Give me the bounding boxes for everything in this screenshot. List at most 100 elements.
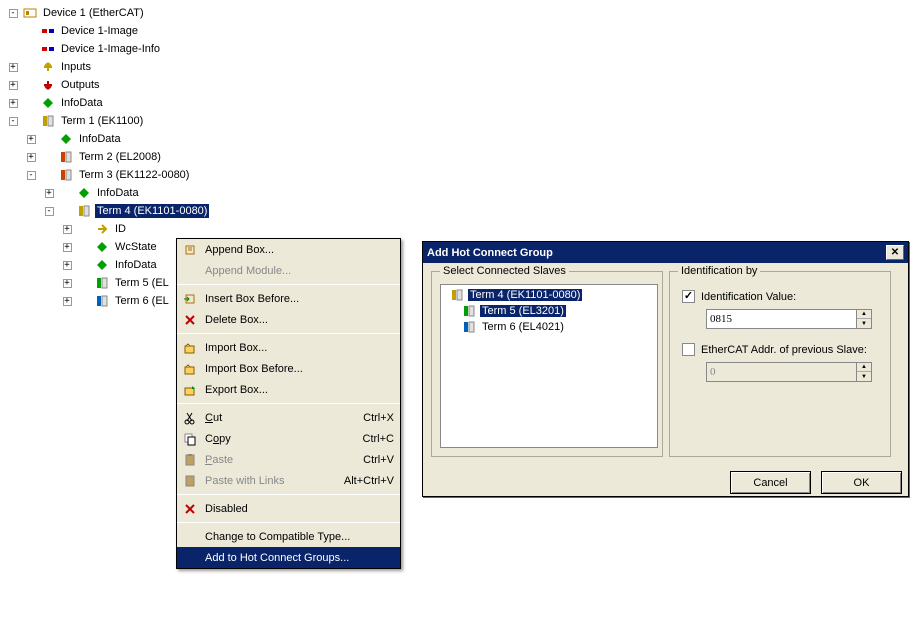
menu-label: Delete Box...	[205, 314, 394, 326]
expand-icon[interactable]	[63, 297, 72, 306]
cancel-button[interactable]: Cancel	[730, 471, 811, 494]
tree-row-inputs[interactable]: Inputs	[4, 58, 918, 76]
menu-label: Append Module...	[205, 265, 394, 277]
checkbox-ident-value[interactable]	[682, 290, 695, 303]
menu-delete-box[interactable]: Delete Box...	[177, 309, 400, 330]
image-icon	[40, 23, 56, 39]
paste-icon	[181, 453, 199, 467]
menu-label: Paste with Links	[205, 475, 344, 487]
expand-icon[interactable]	[9, 9, 18, 18]
expand-icon[interactable]	[63, 243, 72, 252]
insert-icon	[181, 292, 199, 306]
ident-value-spinner[interactable]: ▲ ▼	[706, 309, 882, 329]
paste-links-icon	[181, 474, 199, 488]
tree-row-term3[interactable]: Term 3 (EK1122-0080)	[4, 166, 918, 184]
expand-icon[interactable]	[27, 135, 36, 144]
tree-label: Outputs	[59, 78, 102, 92]
import-icon	[181, 341, 199, 355]
term-green-icon	[94, 275, 110, 291]
list-item[interactable]: Term 6 (EL4021)	[443, 319, 655, 335]
menu-label: Export Box...	[205, 384, 394, 396]
tree-row-term2[interactable]: Term 2 (EL2008)	[4, 148, 918, 166]
tree-label: InfoData	[77, 132, 123, 146]
ok-button[interactable]: OK	[821, 471, 902, 494]
diamond-icon	[76, 185, 92, 201]
term-icon	[449, 287, 465, 303]
expand-icon[interactable]	[45, 207, 54, 216]
tree-label: Device 1-Image-Info	[59, 42, 162, 56]
tree-label: Device 1 (EtherCAT)	[41, 6, 146, 20]
dialog-title: Add Hot Connect Group	[427, 247, 886, 259]
tree-row-term4[interactable]: Term 4 (EK1101-0080)	[4, 202, 918, 220]
disabled-icon	[181, 502, 199, 516]
menu-separator	[177, 522, 400, 523]
expand-icon[interactable]	[63, 279, 72, 288]
expand-icon[interactable]	[63, 261, 72, 270]
addr-prev-row[interactable]: EtherCAT Addr. of previous Slave:	[682, 343, 882, 356]
menu-cut[interactable]: CCutut Ctrl+X	[177, 407, 400, 428]
slaves-list[interactable]: Term 4 (EK1101-0080) Term 5 (EL3201) Ter…	[440, 284, 658, 448]
spin-down-icon[interactable]: ▼	[857, 319, 871, 328]
expand-icon[interactable]	[27, 153, 36, 162]
context-menu: Append Box... Append Module... Insert Bo…	[176, 238, 401, 569]
menu-export-box[interactable]: Export Box...	[177, 379, 400, 400]
expand-icon[interactable]	[45, 189, 54, 198]
tree-row-t3info[interactable]: InfoData	[4, 184, 918, 202]
menu-separator	[177, 403, 400, 404]
add-hot-connect-dialog: Add Hot Connect Group ✕ Select Connected…	[422, 241, 909, 497]
tree-row-device[interactable]: Device 1 (EtherCAT)	[4, 4, 918, 22]
menu-import-box[interactable]: Import Box...	[177, 337, 400, 358]
menu-label: Import Box Before...	[205, 363, 394, 375]
close-button[interactable]: ✕	[886, 245, 904, 260]
slave-label: Term 4 (EK1101-0080)	[468, 289, 582, 301]
tree-row-t4id[interactable]: ID	[4, 220, 918, 238]
menu-add-hot-connect[interactable]: Add to Hot Connect Groups...	[177, 547, 400, 568]
term-red-icon	[58, 167, 74, 183]
menu-insert-box[interactable]: Insert Box Before...	[177, 288, 400, 309]
menu-label: Copy	[205, 433, 363, 445]
expand-icon[interactable]	[9, 81, 18, 90]
menu-label: Import Box...	[205, 342, 394, 354]
tree-label: Term 2 (EL2008)	[77, 150, 163, 164]
spin-up-icon[interactable]: ▲	[857, 310, 871, 319]
expand-icon[interactable]	[9, 117, 18, 126]
expand-icon[interactable]	[9, 63, 18, 72]
addr-prev-spinner: ▲ ▼	[706, 362, 882, 382]
expand-icon[interactable]	[63, 225, 72, 234]
diamond-icon	[58, 131, 74, 147]
tree-row-t1info[interactable]: InfoData	[4, 130, 918, 148]
tree-row-term1[interactable]: Term 1 (EK1100)	[4, 112, 918, 130]
menu-shortcut: Alt+Ctrl+V	[344, 475, 394, 487]
menu-shortcut: Ctrl+V	[363, 454, 394, 466]
menu-shortcut: Ctrl+C	[363, 433, 394, 445]
tree-row-image-info[interactable]: Device 1-Image-Info	[4, 40, 918, 58]
spinner-buttons[interactable]: ▲ ▼	[856, 309, 872, 329]
tree-label: Term 3 (EK1122-0080)	[77, 168, 191, 182]
menu-import-before[interactable]: Import Box Before...	[177, 358, 400, 379]
menu-append-box[interactable]: Append Box...	[177, 239, 400, 260]
checkbox-addr-prev[interactable]	[682, 343, 695, 356]
menu-label: Change to Compatible Type...	[205, 531, 394, 543]
tree-label: InfoData	[95, 186, 141, 200]
menu-label: Add to Hot Connect Groups...	[205, 552, 394, 564]
menu-label: CCutut	[205, 412, 363, 424]
menu-paste-links: Paste with Links Alt+Ctrl+V	[177, 470, 400, 491]
ident-value-input[interactable]	[706, 309, 856, 329]
menu-change-type[interactable]: Change to Compatible Type...	[177, 526, 400, 547]
tree-row-image[interactable]: Device 1-Image	[4, 22, 918, 40]
menu-disabled[interactable]: Disabled	[177, 498, 400, 519]
menu-copy[interactable]: Copy Ctrl+C	[177, 428, 400, 449]
dialog-titlebar[interactable]: Add Hot Connect Group ✕	[423, 242, 908, 263]
expand-icon[interactable]	[9, 99, 18, 108]
list-item[interactable]: Term 4 (EK1101-0080)	[443, 287, 655, 303]
tree-label: Term 6 (EL	[113, 294, 171, 308]
delete-icon	[181, 313, 199, 327]
list-item[interactable]: Term 5 (EL3201)	[443, 303, 655, 319]
tree-row-outputs[interactable]: Outputs	[4, 76, 918, 94]
ident-value-row[interactable]: Identification Value:	[682, 290, 882, 303]
tree-label: Term 1 (EK1100)	[59, 114, 145, 128]
menu-shortcut: Ctrl+X	[363, 412, 394, 424]
expand-icon[interactable]	[27, 171, 36, 180]
menu-separator	[177, 284, 400, 285]
tree-row-infodata[interactable]: InfoData	[4, 94, 918, 112]
